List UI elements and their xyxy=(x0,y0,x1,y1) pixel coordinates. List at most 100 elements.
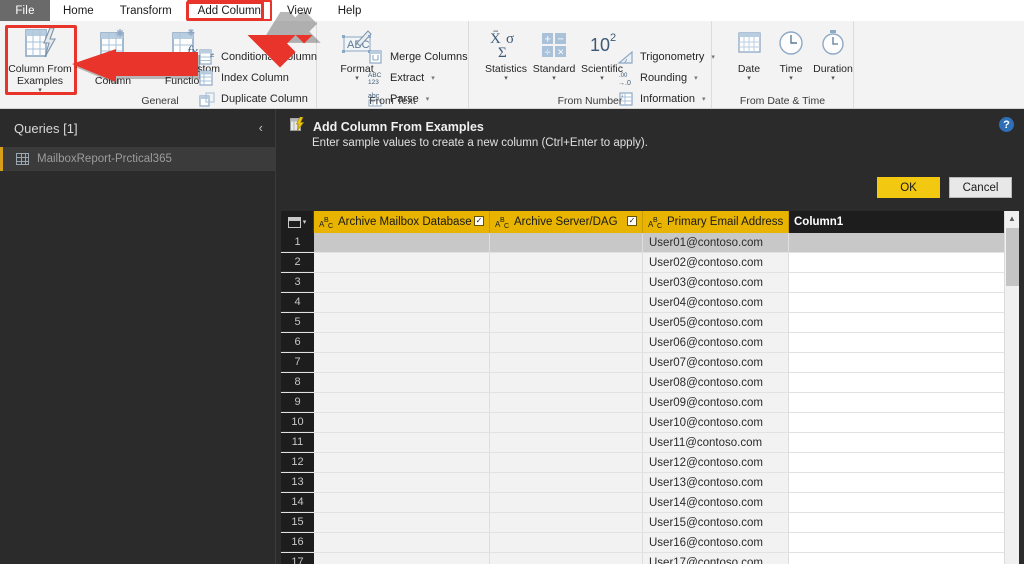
table-cell-new-column[interactable] xyxy=(789,433,1019,452)
table-cell-new-column[interactable] xyxy=(789,353,1019,372)
table-row[interactable]: 6User06@contoso.com xyxy=(281,333,1019,353)
table-cell[interactable] xyxy=(490,533,643,552)
table-cell[interactable] xyxy=(314,413,490,432)
table-row[interactable]: 4User04@contoso.com xyxy=(281,293,1019,313)
grid-corner-select-all[interactable]: ▾ xyxy=(281,211,314,233)
tab-file[interactable]: File xyxy=(0,0,50,21)
table-row[interactable]: 1User01@contoso.com xyxy=(281,233,1019,253)
grid-column-header[interactable]: ABCArchive Mailbox Database✓ xyxy=(314,211,490,233)
table-cell[interactable]: User09@contoso.com xyxy=(643,393,789,412)
table-cell[interactable]: User03@contoso.com xyxy=(643,273,789,292)
table-cell[interactable] xyxy=(490,293,643,312)
table-row[interactable]: 3User03@contoso.com xyxy=(281,273,1019,293)
ok-button[interactable]: OK xyxy=(877,177,940,198)
table-cell[interactable]: User15@contoso.com xyxy=(643,513,789,532)
chevron-down-icon[interactable]: ▾ xyxy=(431,74,435,82)
table-cell-new-column[interactable] xyxy=(789,233,1019,252)
table-cell[interactable] xyxy=(314,433,490,452)
table-row[interactable]: 16User16@contoso.com xyxy=(281,533,1019,553)
index-column-button[interactable]: Index Column xyxy=(198,68,289,88)
table-cell[interactable] xyxy=(490,413,643,432)
table-cell[interactable] xyxy=(314,373,490,392)
table-cell[interactable] xyxy=(314,273,490,292)
grid-column-header[interactable]: ABCPrimary Email Address xyxy=(643,211,789,233)
extract-button[interactable]: ABC 123 Extract ▾ xyxy=(367,68,435,88)
table-cell[interactable]: User16@contoso.com xyxy=(643,533,789,552)
table-cell[interactable]: User13@contoso.com xyxy=(643,473,789,492)
cancel-button[interactable]: Cancel xyxy=(949,177,1012,198)
column-checkbox[interactable]: ✓ xyxy=(474,216,484,226)
table-cell[interactable] xyxy=(314,353,490,372)
table-cell[interactable] xyxy=(314,253,490,272)
tab-transform[interactable]: Transform xyxy=(107,0,185,21)
merge-columns-button[interactable]: Merge Columns xyxy=(367,47,468,67)
table-row[interactable]: 13User13@contoso.com xyxy=(281,473,1019,493)
table-cell[interactable] xyxy=(490,473,643,492)
table-cell[interactable] xyxy=(314,293,490,312)
column-checkbox[interactable]: ✓ xyxy=(627,216,637,226)
table-cell-new-column[interactable] xyxy=(789,253,1019,272)
table-cell[interactable] xyxy=(490,513,643,532)
table-cell[interactable] xyxy=(490,273,643,292)
table-cell[interactable] xyxy=(314,233,490,252)
chevron-down-icon[interactable]: ▾ xyxy=(694,74,698,82)
query-list-item[interactable]: MailboxReport-Prctical365 xyxy=(0,147,275,171)
table-cell[interactable] xyxy=(490,553,643,564)
table-cell[interactable]: User12@contoso.com xyxy=(643,453,789,472)
table-cell[interactable] xyxy=(490,453,643,472)
table-cell[interactable]: User17@contoso.com xyxy=(643,553,789,564)
table-cell[interactable] xyxy=(490,493,643,512)
table-cell-new-column[interactable] xyxy=(789,373,1019,392)
table-row[interactable]: 14User14@contoso.com xyxy=(281,493,1019,513)
table-row[interactable]: 15User15@contoso.com xyxy=(281,513,1019,533)
table-cell[interactable]: User08@contoso.com xyxy=(643,373,789,392)
table-cell[interactable] xyxy=(314,393,490,412)
table-cell-new-column[interactable] xyxy=(789,333,1019,352)
table-cell[interactable] xyxy=(490,433,643,452)
duplicate-column-button[interactable]: Duplicate Column xyxy=(198,89,308,109)
table-cell-new-column[interactable] xyxy=(789,553,1019,564)
table-cell[interactable] xyxy=(490,393,643,412)
tab-home[interactable]: Home xyxy=(50,0,107,21)
grid-column-header[interactable]: Column1 xyxy=(789,211,1019,233)
tab-view[interactable]: View xyxy=(274,0,325,21)
table-cell[interactable]: User06@contoso.com xyxy=(643,333,789,352)
trigonometry-button[interactable]: Trigonometry ▾ xyxy=(617,47,715,67)
table-cell-new-column[interactable] xyxy=(789,273,1019,292)
table-cell[interactable] xyxy=(314,453,490,472)
table-cell-new-column[interactable] xyxy=(789,413,1019,432)
table-cell[interactable] xyxy=(490,353,643,372)
table-row[interactable]: 10User10@contoso.com xyxy=(281,413,1019,433)
table-cell-new-column[interactable] xyxy=(789,313,1019,332)
table-cell[interactable] xyxy=(314,553,490,564)
table-row[interactable]: 2User02@contoso.com xyxy=(281,253,1019,273)
table-cell[interactable] xyxy=(314,313,490,332)
table-row[interactable]: 17User17@contoso.com xyxy=(281,553,1019,564)
table-cell[interactable]: User05@contoso.com xyxy=(643,313,789,332)
table-row[interactable]: 11User11@contoso.com xyxy=(281,433,1019,453)
table-row[interactable]: 5User05@contoso.com xyxy=(281,313,1019,333)
table-cell[interactable] xyxy=(490,313,643,332)
tab-help[interactable]: Help xyxy=(325,0,375,21)
table-cell[interactable]: User10@contoso.com xyxy=(643,413,789,432)
scroll-up-arrow-icon[interactable]: ▲ xyxy=(1005,211,1019,226)
table-cell-new-column[interactable] xyxy=(789,453,1019,472)
table-row[interactable]: 9User09@contoso.com xyxy=(281,393,1019,413)
table-row[interactable]: 8User08@contoso.com xyxy=(281,373,1019,393)
table-row[interactable]: 12User12@contoso.com xyxy=(281,453,1019,473)
table-cell[interactable]: User07@contoso.com xyxy=(643,353,789,372)
chevron-left-icon[interactable]: ‹ xyxy=(259,121,263,134)
table-cell[interactable] xyxy=(490,233,643,252)
scrollbar-thumb[interactable] xyxy=(1006,228,1019,286)
table-cell[interactable]: User01@contoso.com xyxy=(643,233,789,252)
table-cell[interactable]: User11@contoso.com xyxy=(643,433,789,452)
rounding-button[interactable]: .00 →.0 Rounding ▾ xyxy=(617,68,698,88)
table-cell-new-column[interactable] xyxy=(789,393,1019,412)
table-cell-new-column[interactable] xyxy=(789,293,1019,312)
table-cell[interactable]: User14@contoso.com xyxy=(643,493,789,512)
table-cell[interactable] xyxy=(490,333,643,352)
table-cell-new-column[interactable] xyxy=(789,473,1019,492)
table-cell-new-column[interactable] xyxy=(789,513,1019,532)
chevron-down-icon[interactable]: ▾ xyxy=(796,75,870,82)
table-row[interactable]: 7User07@contoso.com xyxy=(281,353,1019,373)
